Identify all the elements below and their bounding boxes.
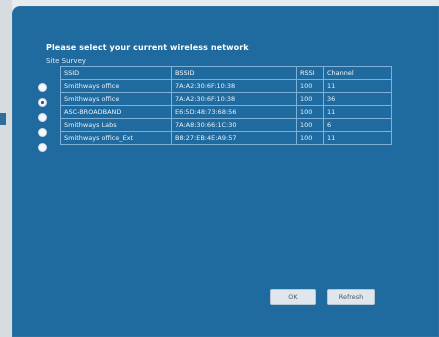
cell-rssi: 100 [296,79,324,93]
cell-bssid: B8:27:EB:4E:A9:57 [171,131,297,145]
cell-channel: 11 [323,131,392,145]
cell-channel: 6 [323,118,392,132]
cell-rssi: 100 [296,105,324,119]
site-survey-label: Site Survey [46,57,87,65]
column-header-channel: Channel [323,66,392,80]
left-sidebar-strip [0,0,12,337]
cell-bssid: 7A:A8:30:66:1C:30 [171,118,297,132]
network-radio-2[interactable] [38,98,47,107]
network-radio-1[interactable] [38,83,47,92]
cell-bssid: 7A:A2:30:6F:10:38 [171,92,297,106]
table-row[interactable]: ASC-BROADBAND E6:5D:48:73:68:56 100 11 [60,105,392,119]
cell-rssi: 100 [296,92,324,106]
table-row[interactable]: Smithways office_Ext B8:27:EB:4E:A9:57 1… [60,131,392,145]
cell-rssi: 100 [296,131,324,145]
cell-channel: 11 [323,105,392,119]
table-header-row: SSID BSSID RSSI Channel [60,66,392,80]
column-header-bssid: BSSID [171,66,297,80]
cell-bssid: 7A:A2:30:6F:10:38 [171,79,297,93]
table-row[interactable]: Smithways office 7A:A2:30:6F:10:38 100 1… [60,79,392,93]
table-row[interactable]: Smithways office 7A:A2:30:6F:10:38 100 3… [60,92,392,106]
refresh-button[interactable]: Refresh [327,289,375,305]
cell-ssid: Smithways office_Ext [60,131,172,145]
sidebar-marker [0,113,6,125]
cell-ssid: ASC-BROADBAND [60,105,172,119]
dialog-prompt: Please select your current wireless netw… [46,43,249,52]
cell-channel: 36 [323,92,392,106]
table-row[interactable]: Smithways Labs 7A:A8:30:66:1C:30 100 6 [60,118,392,132]
cell-rssi: 100 [296,118,324,132]
cell-ssid: Smithways office [60,92,172,106]
cell-channel: 11 [323,79,392,93]
network-radio-5[interactable] [38,143,47,152]
column-header-ssid: SSID [60,66,172,80]
cell-bssid: E6:5D:48:73:68:56 [171,105,297,119]
network-radio-3[interactable] [38,113,47,122]
cell-ssid: Smithways office [60,79,172,93]
network-radio-4[interactable] [38,128,47,137]
ok-button[interactable]: OK [270,289,316,305]
column-header-rssi: RSSI [296,66,324,80]
wireless-network-dialog: Please select your current wireless netw… [12,6,439,337]
cell-ssid: Smithways Labs [60,118,172,132]
site-survey-table: SSID BSSID RSSI Channel Smithways office… [60,66,392,145]
network-radio-group [38,83,54,158]
